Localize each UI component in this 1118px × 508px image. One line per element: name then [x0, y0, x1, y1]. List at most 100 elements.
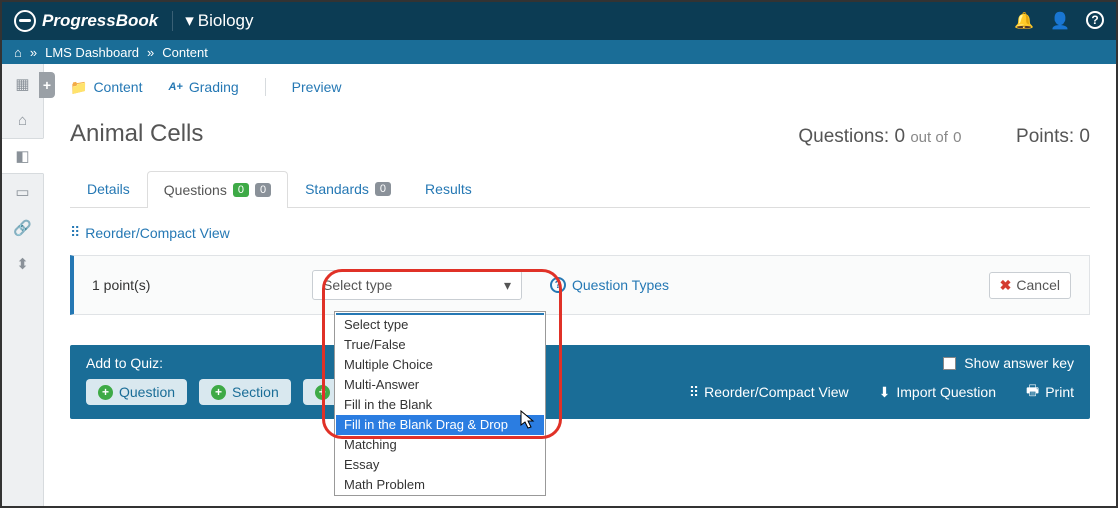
breadcrumb-home[interactable]: ⌂ — [14, 45, 22, 60]
tab-questions[interactable]: Questions 0 0 — [147, 171, 288, 208]
question-types-help-label: Question Types — [572, 277, 669, 293]
subnav: 📁 Content A+ Grading Preview — [70, 74, 1090, 106]
grading-icon: A+ — [168, 81, 182, 93]
dropdown-option[interactable]: Math Problem — [336, 475, 544, 495]
breadcrumb-sep-icon: » — [147, 45, 154, 60]
header-meta: Questions: 0 out of 0 Points: 0 — [798, 126, 1090, 148]
breadcrumb: ⌂ » LMS Dashboard » Content — [2, 40, 1116, 64]
caret-down-icon: ▾ — [504, 277, 511, 294]
grip-icon: ⠿ — [70, 224, 79, 241]
breadcrumb-sep-icon: » — [30, 45, 37, 60]
rail-book[interactable]: ▭ — [2, 174, 44, 210]
add-to-quiz-label: Add to Quiz: — [86, 355, 163, 371]
quizbar-reorder-link[interactable]: ⠿ Reorder/Compact View — [689, 384, 849, 401]
subnav-grading[interactable]: A+ Grading — [168, 79, 238, 95]
questions-badge-green: 0 — [233, 183, 249, 197]
link-icon: 🔗 — [13, 219, 32, 237]
checkbox-icon[interactable] — [943, 357, 956, 370]
calendar-icon: ▦ — [15, 75, 29, 93]
content-area: 📁 Content A+ Grading Preview Animal Cell… — [44, 64, 1116, 506]
tab-standards[interactable]: Standards 0 — [288, 170, 408, 207]
left-rail: + ▦ ⌂ ◧ ▭ 🔗 ⬍ — [2, 64, 44, 506]
reorder-label: Reorder/Compact View — [85, 225, 229, 241]
import-question-label: Import Question — [896, 384, 996, 400]
help-icon: ? — [550, 277, 566, 293]
course-selector[interactable]: ▾ Biology — [172, 11, 253, 31]
add-section-button[interactable]: + Section — [199, 379, 291, 405]
plus-icon: + — [315, 385, 330, 400]
dropdown-option[interactable]: Fill in the Blank Drag & Drop — [336, 415, 544, 435]
download-icon: ⬇ — [879, 384, 891, 401]
plus-icon: + — [211, 385, 226, 400]
question-types-help[interactable]: ? Question Types — [550, 277, 669, 293]
standards-badge: 0 — [375, 182, 391, 196]
subnav-content[interactable]: 📁 Content — [70, 79, 142, 96]
home-icon: ⌂ — [14, 45, 22, 60]
tab-standards-label: Standards — [305, 181, 369, 197]
add-to-quiz-bar: Add to Quiz: Show answer key + Question … — [70, 345, 1090, 419]
new-question-row: 1 point(s) Select type ▾ ? Question Type… — [70, 255, 1090, 315]
dropdown-option[interactable]: Multi-Answer — [336, 375, 544, 395]
question-type-dropdown[interactable]: Select typeTrue/FalseMultiple ChoiceMult… — [334, 311, 546, 496]
question-type-select[interactable]: Select type ▾ — [312, 270, 522, 300]
rail-home[interactable]: ⌂ — [2, 102, 44, 138]
cancel-button[interactable]: ✖ Cancel — [989, 272, 1071, 299]
dropdown-option[interactable]: Fill in the Blank — [336, 395, 544, 415]
book-icon: ▭ — [15, 183, 29, 201]
folder-icon: 📁 — [70, 79, 87, 96]
app-name: ProgressBook — [42, 11, 158, 31]
dropdown-option[interactable]: Matching — [336, 435, 544, 455]
type-select-value: Select type — [323, 277, 392, 293]
cancel-label: Cancel — [1016, 277, 1060, 293]
rail-dashboard[interactable]: ◧ — [2, 138, 44, 174]
quizbar-reorder-label: Reorder/Compact View — [704, 384, 848, 400]
caret-down-icon: ▾ — [185, 11, 194, 31]
user-icon[interactable]: 👤 — [1050, 11, 1070, 31]
dashboard-icon: ◧ — [15, 147, 29, 165]
dropdown-option[interactable]: Essay — [336, 455, 544, 475]
points-label: Points: — [1016, 126, 1074, 147]
breadcrumb-current: Content — [162, 45, 208, 60]
course-name: Biology — [198, 11, 254, 31]
tabs: Details Questions 0 0 Standards 0 Result… — [70, 170, 1090, 208]
show-answer-key[interactable]: Show answer key — [943, 355, 1074, 371]
app-logo[interactable]: ProgressBook — [14, 10, 158, 32]
points-text: 1 point(s) — [92, 277, 312, 293]
show-answer-key-label: Show answer key — [964, 355, 1074, 371]
questions-total: 0 — [953, 129, 961, 146]
hierarchy-icon: ⬍ — [16, 255, 29, 273]
breadcrumb-dashboard[interactable]: LMS Dashboard — [45, 45, 139, 60]
subnav-grading-label: Grading — [189, 79, 239, 95]
help-icon[interactable]: ? — [1086, 11, 1104, 29]
print-icon: 🖶 — [1026, 380, 1039, 404]
rail-link[interactable]: 🔗 — [2, 210, 44, 246]
subnav-preview[interactable]: Preview — [292, 79, 342, 95]
tab-questions-label: Questions — [164, 182, 227, 198]
questions-count: 0 — [894, 126, 905, 147]
points-value: 0 — [1079, 126, 1090, 147]
add-question-button[interactable]: + Question — [86, 379, 187, 405]
rail-calendar[interactable]: ▦ — [2, 66, 44, 102]
dropdown-option[interactable]: True/False — [336, 335, 544, 355]
import-question-link[interactable]: ⬇ Import Question — [879, 384, 996, 401]
logo-icon — [14, 10, 36, 32]
dropdown-option[interactable]: Multiple Choice — [336, 355, 544, 375]
rail-hierarchy[interactable]: ⬍ — [2, 246, 44, 282]
tab-results[interactable]: Results — [408, 170, 489, 207]
topbar: ProgressBook ▾ Biology 🔔 👤 ? — [2, 2, 1116, 40]
add-question-label: Question — [119, 384, 175, 400]
bell-icon[interactable]: 🔔 — [1014, 11, 1034, 31]
tab-details[interactable]: Details — [70, 170, 147, 207]
questions-badge-gray: 0 — [255, 183, 271, 197]
tab-details-label: Details — [87, 181, 130, 197]
print-link[interactable]: 🖶 Print — [1026, 380, 1074, 404]
subnav-content-label: Content — [93, 79, 142, 95]
tab-results-label: Results — [425, 181, 472, 197]
questions-label: Questions: — [798, 126, 889, 147]
reorder-compact-link[interactable]: ⠿ Reorder/Compact View — [70, 224, 1090, 241]
grip-icon: ⠿ — [689, 384, 698, 401]
dropdown-option[interactable]: Select type — [336, 315, 544, 335]
page-title: Animal Cells — [70, 120, 203, 148]
divider — [265, 78, 266, 96]
add-section-label: Section — [232, 384, 279, 400]
